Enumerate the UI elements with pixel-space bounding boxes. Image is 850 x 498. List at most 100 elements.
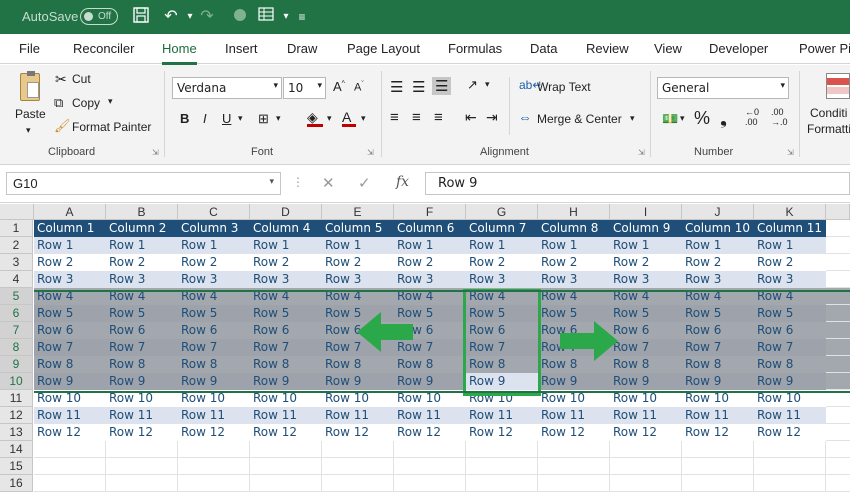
cell[interactable]	[250, 441, 322, 458]
data-cell[interactable]: Row 1	[610, 237, 682, 254]
cell[interactable]	[538, 441, 610, 458]
column-header-h[interactable]: H	[538, 204, 610, 220]
row-header-10[interactable]: 10	[0, 373, 33, 390]
row-header-15[interactable]: 15	[0, 458, 33, 475]
data-cell[interactable]: Row 1	[106, 237, 178, 254]
number-launcher-icon[interactable]: ⇲	[787, 148, 794, 157]
paste-button[interactable]: Paste ▾	[12, 71, 48, 137]
data-cell[interactable]: Row 3	[682, 271, 754, 288]
cell[interactable]	[682, 475, 754, 492]
cell[interactable]	[682, 441, 754, 458]
data-cell[interactable]: Row 3	[106, 271, 178, 288]
data-cell[interactable]: Row 2	[178, 254, 250, 271]
data-cell[interactable]: Row 11	[754, 407, 826, 424]
tab-page-layout[interactable]: Page Layout	[347, 41, 420, 56]
percent-icon[interactable]: %	[694, 108, 710, 129]
cell[interactable]	[34, 475, 106, 492]
cell[interactable]	[322, 475, 394, 492]
empty-cell[interactable]	[826, 407, 850, 424]
clipboard-launcher-icon[interactable]: ⇲	[152, 148, 159, 157]
cell[interactable]	[34, 441, 106, 458]
format-painter-button[interactable]: Format Painter	[72, 120, 151, 134]
cell[interactable]	[394, 458, 466, 475]
cell[interactable]	[34, 458, 106, 475]
data-cell[interactable]: Row 12	[106, 424, 178, 441]
align-bottom-icon[interactable]: ☰	[432, 77, 452, 95]
undo-icon[interactable]: ↶	[161, 7, 181, 27]
tab-reconciler[interactable]: Reconciler	[73, 41, 134, 56]
font-name-box[interactable]: Verdana ▾	[172, 77, 282, 99]
header-cell[interactable]: Column 4	[250, 220, 322, 237]
column-header-c[interactable]: C	[178, 204, 250, 220]
data-cell[interactable]: Row 1	[250, 237, 322, 254]
alignment-launcher-icon[interactable]: ⇲	[638, 148, 645, 157]
merge-center-button[interactable]: Merge & Center	[537, 112, 622, 126]
underline-icon[interactable]: U	[222, 111, 231, 126]
record-icon[interactable]	[230, 7, 250, 27]
empty-cell[interactable]	[826, 271, 850, 288]
cell[interactable]	[250, 458, 322, 475]
increase-font-icon[interactable]: A^	[333, 79, 345, 94]
italic-icon[interactable]: I	[203, 111, 207, 126]
tab-insert[interactable]: Insert	[225, 41, 258, 56]
data-cell[interactable]: Row 11	[610, 407, 682, 424]
data-cell[interactable]: Row 11	[466, 407, 538, 424]
data-cell[interactable]: Row 1	[538, 237, 610, 254]
tab-draw[interactable]: Draw	[287, 41, 317, 56]
cell[interactable]	[106, 475, 178, 492]
data-cell[interactable]: Row 12	[682, 424, 754, 441]
data-cell[interactable]: Row 12	[754, 424, 826, 441]
increase-decimal-icon[interactable]: ←0.00	[745, 107, 759, 127]
cell[interactable]	[178, 441, 250, 458]
formula-input[interactable]: Row 9	[425, 172, 850, 195]
cell[interactable]	[754, 441, 826, 458]
spreadsheet-grid[interactable]: A B C D E F G H I J K 1 Column 1 Column 2 Column 3 Colu…	[0, 204, 850, 498]
cell[interactable]	[538, 475, 610, 492]
cell[interactable]	[466, 458, 538, 475]
column-header-e[interactable]: E	[322, 204, 394, 220]
row-header-11[interactable]: 11	[0, 390, 33, 407]
font-launcher-icon[interactable]: ⇲	[367, 148, 374, 157]
font-size-box[interactable]: 10 ▾	[283, 77, 326, 99]
tab-home[interactable]: Home	[162, 41, 197, 65]
row-header-12[interactable]: 12	[0, 407, 33, 424]
font-color-dropdown-icon[interactable]: ▾	[361, 113, 366, 124]
data-cell[interactable]: Row 1	[178, 237, 250, 254]
empty-cell[interactable]	[826, 441, 850, 458]
align-middle-icon[interactable]: ☰	[412, 78, 425, 96]
table-format-icon[interactable]	[256, 7, 276, 27]
empty-cell[interactable]	[826, 424, 850, 441]
tab-formulas[interactable]: Formulas	[448, 41, 502, 56]
autosave-toggle[interactable]: Off	[80, 8, 118, 25]
row-header-8[interactable]: 8	[0, 339, 33, 356]
data-cell[interactable]: Row 2	[754, 254, 826, 271]
accounting-dropdown-icon[interactable]: ▾	[680, 113, 685, 124]
name-box-dropdown-icon[interactable]: ▾	[269, 176, 274, 187]
cell[interactable]	[610, 458, 682, 475]
data-cell[interactable]: Row 3	[250, 271, 322, 288]
cell[interactable]	[322, 458, 394, 475]
empty-cell[interactable]	[826, 475, 850, 492]
fill-dropdown-icon[interactable]: ▾	[327, 113, 332, 124]
tab-review[interactable]: Review	[586, 41, 629, 56]
tab-power-pivot[interactable]: Power Pi	[799, 41, 850, 56]
column-header-i[interactable]: I	[610, 204, 682, 220]
data-cell[interactable]: Row 11	[178, 407, 250, 424]
data-cell[interactable]: Row 12	[466, 424, 538, 441]
data-cell[interactable]: Row 12	[394, 424, 466, 441]
data-cell[interactable]: Row 11	[538, 407, 610, 424]
wrap-text-button[interactable]: Wrap Text	[537, 80, 591, 94]
data-cell[interactable]: Row 3	[394, 271, 466, 288]
insert-function-icon[interactable]: fx	[396, 174, 409, 190]
header-cell[interactable]: Column 5	[322, 220, 394, 237]
data-cell[interactable]: Row 2	[682, 254, 754, 271]
data-cell[interactable]: Row 12	[250, 424, 322, 441]
data-cell[interactable]: Row 3	[538, 271, 610, 288]
row-header-9[interactable]: 9	[0, 356, 33, 373]
row-header-3[interactable]: 3	[0, 254, 33, 271]
row-header-5[interactable]: 5	[0, 288, 33, 305]
name-box[interactable]: G10 ▾	[6, 172, 281, 195]
select-all-corner[interactable]	[0, 204, 34, 220]
cell[interactable]	[538, 458, 610, 475]
accounting-icon[interactable]: 💵	[662, 111, 678, 127]
